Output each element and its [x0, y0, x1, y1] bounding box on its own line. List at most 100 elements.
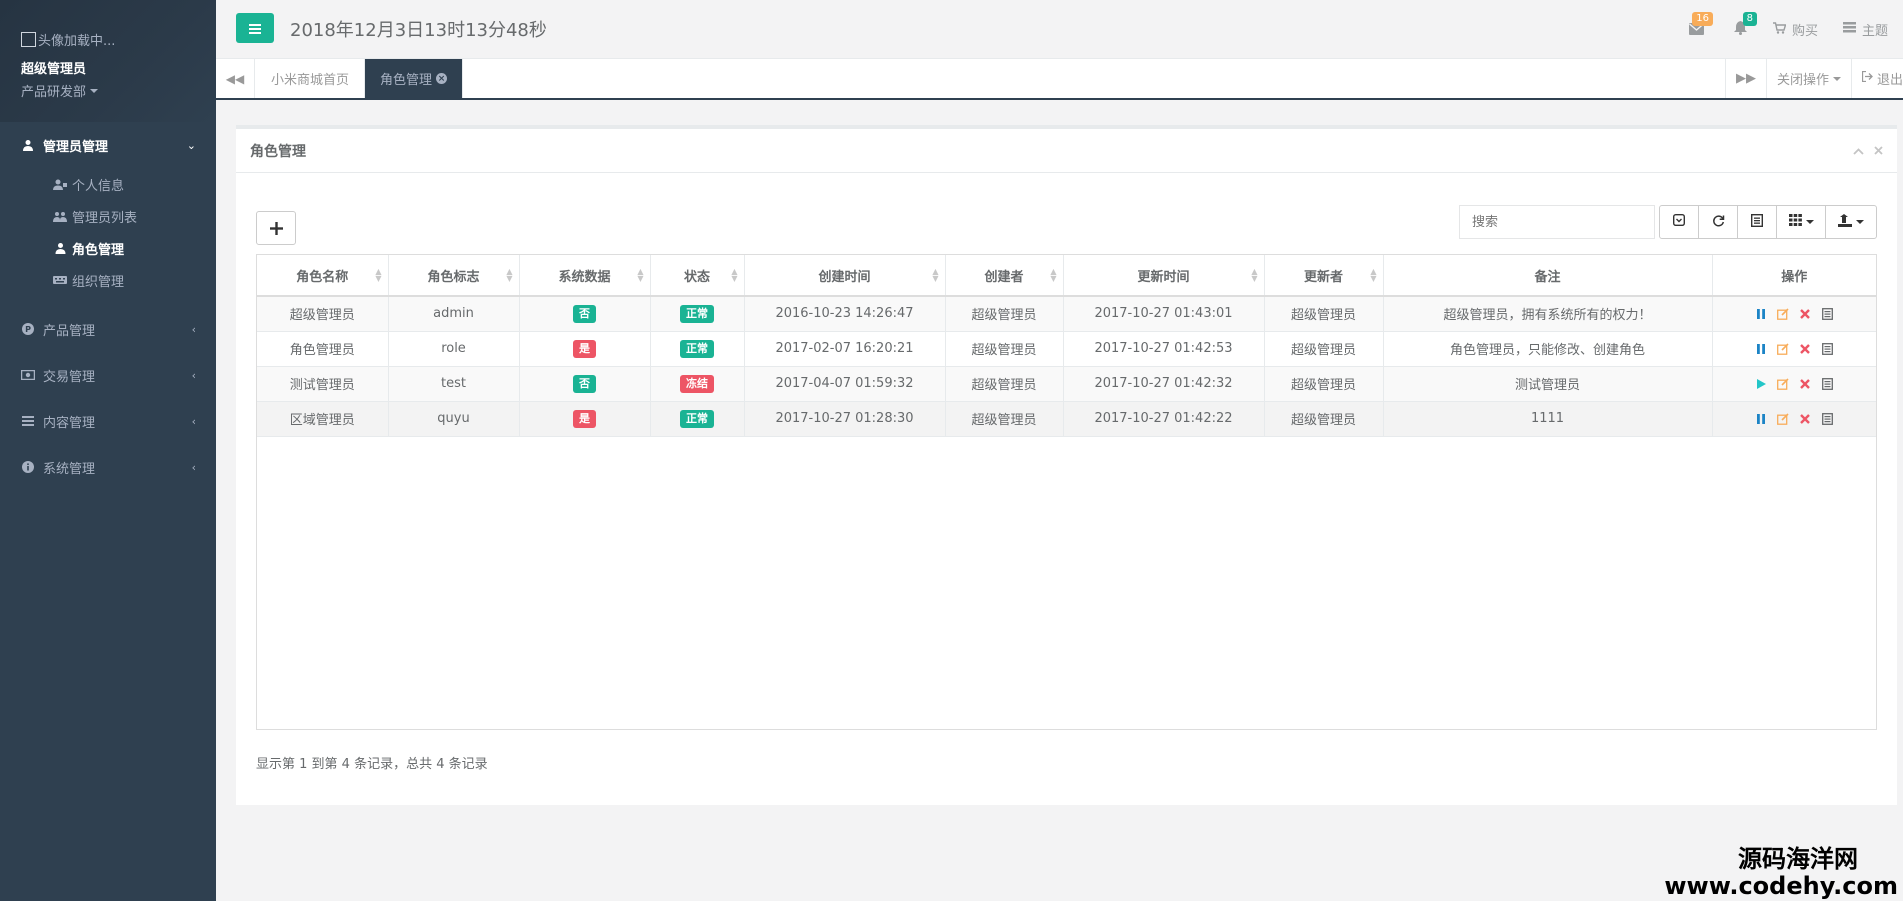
add-role-button[interactable]: [256, 211, 296, 245]
edit-icon[interactable]: [1776, 412, 1790, 426]
cell-updated-time: 2017-10-27 01:42:22: [1063, 401, 1265, 437]
enable-play-icon[interactable]: [1754, 377, 1768, 391]
cell-actions: [1712, 366, 1876, 402]
table-row[interactable]: 角色管理员 role 是 正常 2017-02-07 16:20:21 超级管理…: [257, 331, 1876, 367]
users-icon: [52, 211, 68, 222]
delete-icon[interactable]: [1798, 377, 1812, 391]
sidebar-nav: 管理员管理 ⌄ 个人信息 管理员列表 角色管理 组织管理 P 产品管理 ‹ 交易…: [0, 122, 216, 490]
close-panel-icon[interactable]: [1874, 144, 1883, 158]
roles-table: 角色名称 ▲ ▼ 角色标志 ▲ ▼ 系统数据 ▲ ▼ 状态 ▲ ▼ 创建时间 ▲ ▼ 创建者 ▲ ▼ 更…: [257, 255, 1876, 437]
table-body: 超级管理员 admin 否 正常 2016-10-23 14:26:47 超级管…: [257, 296, 1876, 437]
sidebar-link-admin-management[interactable]: 管理员管理: [0, 122, 216, 168]
edit-icon[interactable]: [1776, 342, 1790, 356]
cell-creator: 超级管理员: [945, 401, 1064, 437]
sidebar-link-content-management[interactable]: 内容管理: [0, 398, 216, 444]
chevron-left-icon: ‹: [191, 415, 196, 428]
role-management-panel: 角色管理 搜索 角色名称 ▲ ▼ 角色标志 ▲ ▼ 系统数据 ▲ ▼ 状态 ▲ …: [236, 125, 1897, 805]
sidebar-subitem-admin-list[interactable]: 管理员列表: [52, 200, 216, 232]
profile-name: 超级管理员: [21, 62, 87, 77]
notifications-button[interactable]: 8: [1719, 12, 1763, 39]
messages-button[interactable]: 16: [1675, 12, 1719, 39]
disable-pause-icon[interactable]: [1754, 412, 1768, 426]
edit-icon[interactable]: [1776, 307, 1790, 321]
sort-icon: ▲ ▼: [375, 267, 382, 283]
table-toolbar: [256, 205, 1877, 245]
user-card-icon: [52, 179, 68, 190]
cell-system-data: 是: [519, 401, 651, 437]
sidebar-link-trade-management[interactable]: 交易管理: [0, 352, 216, 398]
cell-created-time: 2017-02-07 16:20:21: [744, 331, 946, 367]
cell-created-time: 2017-04-07 01:59:32: [744, 366, 946, 402]
tabs-scroll-right-button[interactable]: ▶▶: [1724, 59, 1766, 98]
collapse-panel-icon[interactable]: [1853, 144, 1864, 158]
column-header-updater[interactable]: 更新者 ▲ ▼: [1264, 255, 1384, 297]
close-operations-label: 关闭操作: [1776, 73, 1829, 88]
sidebar-subitem-personal-info[interactable]: 个人信息: [52, 168, 216, 200]
sort-icon: ▲ ▼: [506, 267, 513, 283]
edit-icon[interactable]: [1776, 377, 1790, 391]
detail-icon[interactable]: [1820, 412, 1834, 426]
watermark-url: www.codehy.com: [1664, 872, 1898, 900]
sidebar-subitem-org-management[interactable]: 组织管理: [52, 264, 216, 296]
profile-department-dropdown[interactable]: 产品研发部: [21, 81, 216, 100]
table-row[interactable]: 测试管理员 test 否 冻结 2017-04-07 01:59:32 超级管理…: [257, 366, 1876, 402]
toggle-view-button[interactable]: [1737, 205, 1777, 239]
detail-icon[interactable]: [1820, 342, 1834, 356]
avatar[interactable]: 头像加载中...: [21, 30, 216, 49]
delete-icon[interactable]: [1798, 307, 1812, 321]
detail-icon[interactable]: [1820, 377, 1834, 391]
toggle-sidebar-button[interactable]: [236, 13, 274, 43]
table-header-row: 角色名称 ▲ ▼ 角色标志 ▲ ▼ 系统数据 ▲ ▼ 状态 ▲ ▼ 创建时间 ▲ ▼ 创建者 ▲ ▼ 更…: [257, 255, 1876, 297]
close-operations-dropdown[interactable]: 关闭操作: [1765, 59, 1851, 98]
system-data-badge: 是: [573, 409, 596, 428]
tab-role-management[interactable]: 角色管理 ×: [365, 59, 464, 98]
tab-home[interactable]: 小米商城首页: [256, 59, 366, 98]
disable-pause-icon[interactable]: [1754, 307, 1768, 321]
column-header-role-name[interactable]: 角色名称 ▲ ▼: [257, 255, 389, 297]
table-row[interactable]: 区域管理员 quyu 是 正常 2017-10-27 01:28:30 超级管理…: [257, 401, 1876, 437]
detail-icon[interactable]: [1820, 307, 1834, 321]
logout-button[interactable]: 退出: [1850, 59, 1903, 98]
cell-role-key: test: [388, 366, 520, 402]
sidebar-link-product-management[interactable]: P 产品管理: [0, 306, 216, 352]
sidebar-link-system-management[interactable]: 系统管理: [0, 444, 216, 490]
close-tab-icon[interactable]: ×: [436, 73, 448, 84]
columns-dropdown-button[interactable]: [1776, 205, 1826, 239]
cell-role-key: role: [388, 331, 520, 367]
theme-link[interactable]: 主题: [1833, 20, 1903, 39]
table-row[interactable]: 超级管理员 admin 否 正常 2016-10-23 14:26:47 超级管…: [257, 296, 1876, 332]
column-header-creator[interactable]: 创建者 ▲ ▼: [945, 255, 1064, 297]
cell-creator: 超级管理员: [945, 331, 1064, 367]
status-badge: 正常: [680, 304, 714, 323]
product-icon: P: [21, 322, 35, 336]
cell-system-data: 否: [519, 296, 651, 332]
export-dropdown-button[interactable]: [1825, 205, 1877, 239]
column-header-updated-time[interactable]: 更新时间 ▲ ▼: [1063, 255, 1265, 297]
tabs-scroll-left-button[interactable]: ◀◀: [216, 59, 255, 98]
caret-down-icon: [1856, 220, 1864, 224]
column-header-role-key[interactable]: 角色标志 ▲ ▼: [388, 255, 520, 297]
delete-icon[interactable]: [1798, 342, 1812, 356]
buy-link[interactable]: 购买: [1763, 20, 1833, 39]
delete-icon[interactable]: [1798, 412, 1812, 426]
refresh-button[interactable]: [1698, 205, 1738, 239]
disable-pause-icon[interactable]: [1754, 342, 1768, 356]
column-header-system-data[interactable]: 系统数据 ▲ ▼: [519, 255, 651, 297]
cell-status: 正常: [650, 331, 745, 367]
cell-system-data: 是: [519, 331, 651, 367]
cell-role-name: 区域管理员: [257, 401, 389, 437]
column-header-remark: 备注: [1383, 255, 1713, 297]
cell-remark: 测试管理员: [1383, 366, 1713, 402]
cell-system-data: 否: [519, 366, 651, 402]
table-tool-buttons: [1659, 205, 1877, 239]
cell-role-name: 超级管理员: [257, 296, 389, 332]
toggle-pagination-button[interactable]: [1659, 205, 1699, 239]
column-header-status[interactable]: 状态 ▲ ▼: [650, 255, 745, 297]
column-header-created-time[interactable]: 创建时间 ▲ ▼: [744, 255, 946, 297]
sidebar-subitem-role-management[interactable]: 角色管理: [52, 232, 216, 264]
sidebar-item-content-management: 内容管理 ‹: [0, 398, 216, 444]
double-chevron-right-icon: ▶▶: [1735, 71, 1756, 86]
search-input[interactable]: [1459, 205, 1655, 239]
sidebar-item-label: 内容管理: [43, 415, 96, 431]
export-icon: [1838, 213, 1852, 231]
